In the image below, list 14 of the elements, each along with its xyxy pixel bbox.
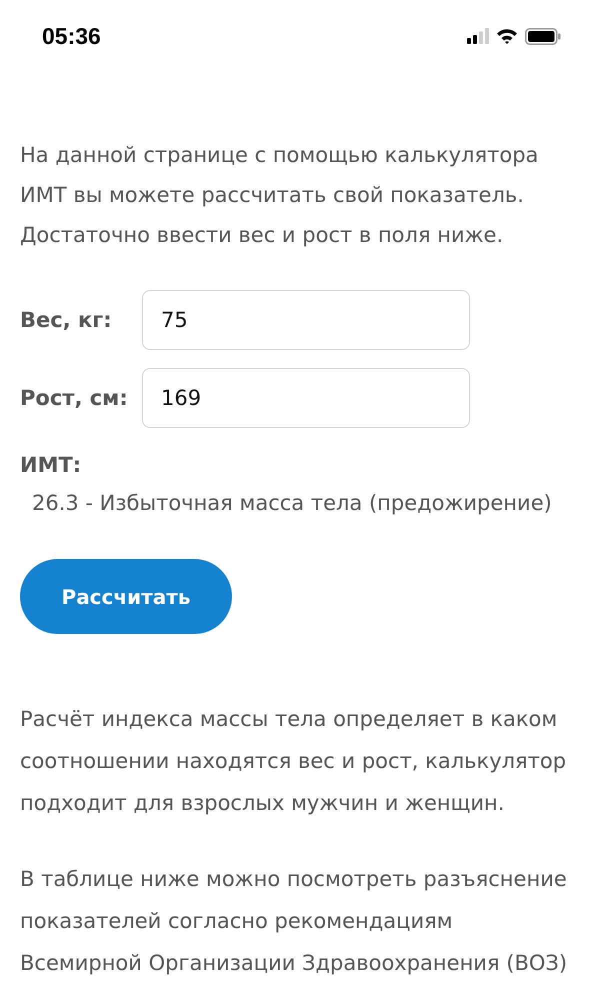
result-value: 26.3 - Избыточная масса тела (предожирение) (32, 491, 553, 515)
status-time: 05:36 (42, 22, 101, 50)
wifi-icon (496, 28, 518, 44)
description-paragraph: В таблице ниже можно посмотреть разъяснение показателей согласно рекомендациям Всемирной Организации Здравоохранения (ВОЗ) (20, 866, 568, 977)
result-label: ИМТ: (20, 453, 82, 477)
input-field[interactable]: 169 (142, 368, 470, 428)
signal-icon (467, 28, 489, 44)
battery-icon (525, 28, 561, 44)
input-field[interactable]: 75 (142, 290, 470, 350)
field-label: Рост, см: (20, 386, 129, 410)
field-label: Вес, кг: (20, 308, 113, 332)
intro-paragraph: На данной странице с помощью калькулятора ИМТ вы можете рассчитать свой показатель. Достаточно ввести вес и рост в поля ниже. (20, 142, 540, 249)
calculate-button[interactable]: Рассчитать (20, 559, 232, 634)
description-paragraph: Расчёт индекса массы тела определяет в каком соотношении находятся вес и рост, калькулятор подходит для взрослых мужчин и женщин. (20, 706, 568, 817)
